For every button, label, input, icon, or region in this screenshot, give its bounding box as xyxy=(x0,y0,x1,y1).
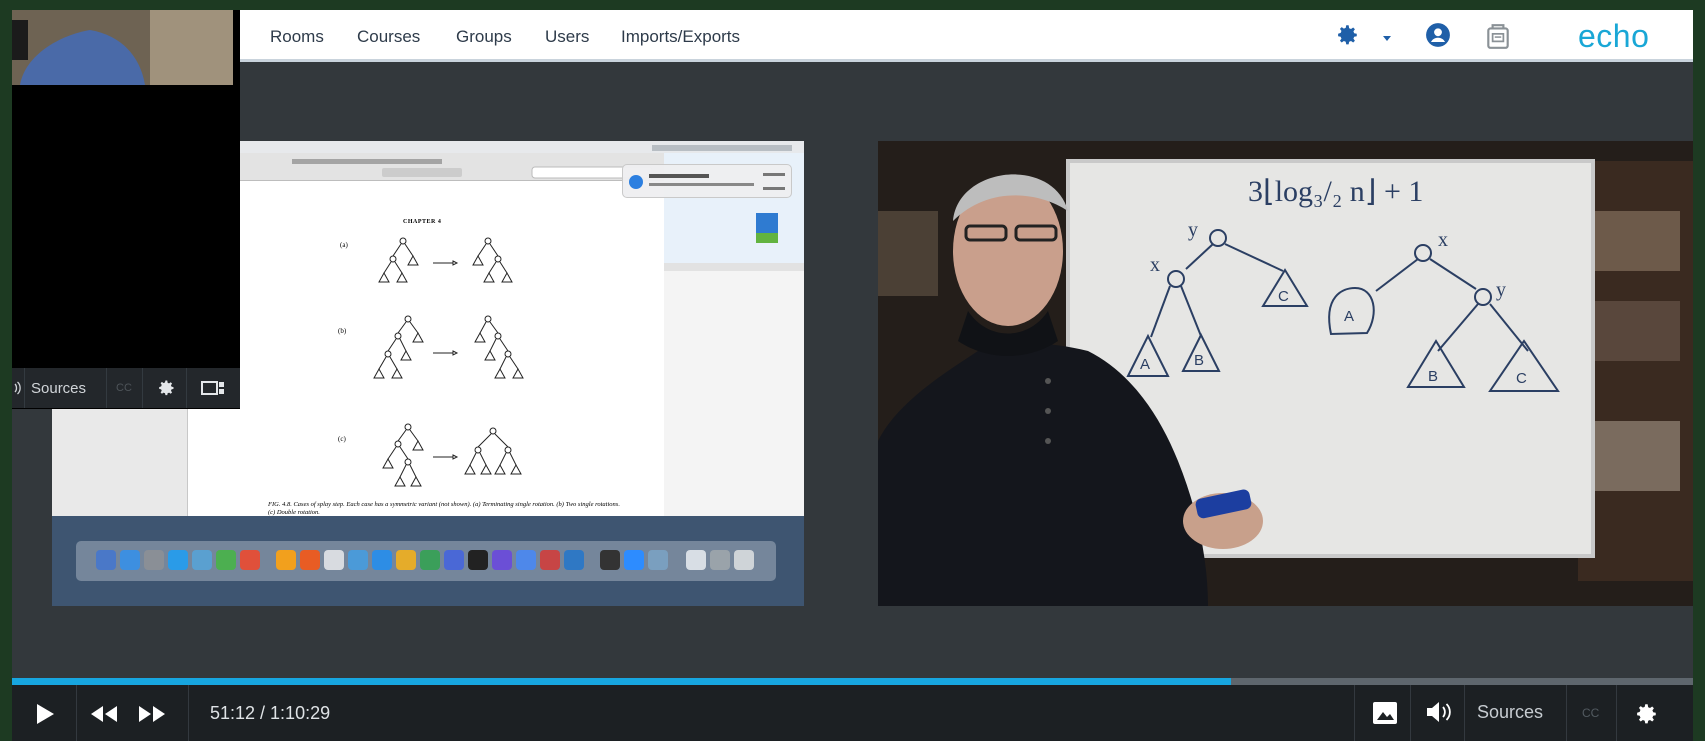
nav-link-users[interactable]: Users xyxy=(545,27,589,47)
sources-button[interactable]: Sources xyxy=(1477,702,1543,723)
settings-button[interactable] xyxy=(1633,701,1659,732)
pip-separator xyxy=(24,368,25,408)
play-icon xyxy=(34,704,56,729)
pip-video[interactable] xyxy=(12,10,233,85)
control-separator xyxy=(76,685,77,741)
camera-scene: 3⌊log₃/₂ n⌋ + 1 y x x y A B C A B C xyxy=(878,141,1693,606)
splay-tree-figures xyxy=(373,237,524,487)
control-separator xyxy=(188,685,189,741)
caret-down-icon[interactable] xyxy=(1382,30,1392,48)
layout-icon[interactable] xyxy=(201,380,225,401)
fast-forward-button[interactable] xyxy=(138,705,166,728)
pip-cc-button[interactable]: CC xyxy=(116,382,132,394)
whiteboard-label-x-left: x xyxy=(1150,254,1160,276)
background-window xyxy=(664,153,804,516)
echo-player-frame: Rooms Courses Groups Users Imports/Expor… xyxy=(12,10,1693,741)
control-separator xyxy=(1616,685,1617,741)
control-separator xyxy=(1410,685,1411,741)
whiteboard-subtree-b-left: B xyxy=(1194,352,1204,369)
whiteboard-label-y-right: y xyxy=(1496,279,1506,301)
cc-button[interactable]: CC xyxy=(1582,706,1599,720)
rewind-icon xyxy=(90,706,118,727)
play-button[interactable] xyxy=(34,703,56,730)
lunchbox-icon[interactable] xyxy=(1485,22,1511,55)
time-display: 51:12 / 1:10:29 xyxy=(210,703,331,723)
nav-link-imports-exports[interactable]: Imports/Exports xyxy=(621,27,740,47)
progress-bar[interactable] xyxy=(12,678,1693,685)
gear-icon xyxy=(1633,704,1659,731)
progress-fill xyxy=(12,678,1231,685)
pip-separator xyxy=(106,368,107,408)
nav-link-courses[interactable]: Courses xyxy=(357,27,420,47)
video-stage: 54 CHAPTER 4 (a) (b) (c) xyxy=(12,65,1693,658)
picture-in-picture[interactable]: Sources CC xyxy=(12,10,240,409)
pip-sources-button[interactable]: Sources xyxy=(31,380,86,397)
whiteboard-subtree-a-right: A xyxy=(1344,308,1354,325)
control-separator xyxy=(1464,685,1465,741)
volume-icon[interactable] xyxy=(12,380,22,401)
figure-caption: FIG. 4.8. Cases of splay step. Each case… xyxy=(268,501,620,516)
system-notification xyxy=(622,164,792,198)
control-separator xyxy=(1566,685,1567,741)
pip-separator xyxy=(186,368,187,408)
pdf-page: 54 CHAPTER 4 (a) (b) (c) xyxy=(188,181,664,516)
user-circle-icon[interactable] xyxy=(1425,22,1451,53)
gear-icon[interactable] xyxy=(1334,22,1360,53)
rewind-button[interactable] xyxy=(90,705,118,728)
whiteboard-label-x-right: x xyxy=(1438,229,1448,251)
layout-button[interactable] xyxy=(1372,701,1398,730)
camera-video[interactable]: 3⌊log₃/₂ n⌋ + 1 y x x y A B C A B C xyxy=(878,141,1693,606)
control-separator xyxy=(1354,685,1355,741)
volume-button[interactable] xyxy=(1426,701,1454,728)
nav-link-groups[interactable]: Groups xyxy=(456,27,512,47)
layout-icon xyxy=(1372,702,1398,729)
whiteboard-subtree-c-right: C xyxy=(1516,370,1527,387)
player-controls: 51:12 / 1:10:29 Sources CC xyxy=(12,685,1693,741)
gear-icon[interactable] xyxy=(156,378,176,403)
volume-icon xyxy=(1426,702,1454,727)
mac-dock xyxy=(76,541,776,581)
top-navigation: Rooms Courses Groups Users Imports/Expor… xyxy=(12,10,1693,62)
whiteboard-formula: 3⌊log₃/₂ n⌋ + 1 xyxy=(1248,175,1423,208)
pip-controls: Sources CC xyxy=(12,368,240,408)
whiteboard-subtree-b-right: B xyxy=(1428,368,1438,385)
whiteboard-subtree-a-left: A xyxy=(1140,356,1150,373)
fast-forward-icon xyxy=(138,706,166,727)
echo-logo: echo xyxy=(1578,18,1650,54)
pip-separator xyxy=(142,368,143,408)
nav-link-rooms[interactable]: Rooms xyxy=(270,27,324,47)
whiteboard-label-y-left: y xyxy=(1188,219,1198,241)
whiteboard-subtree-c-left: C xyxy=(1278,288,1289,305)
